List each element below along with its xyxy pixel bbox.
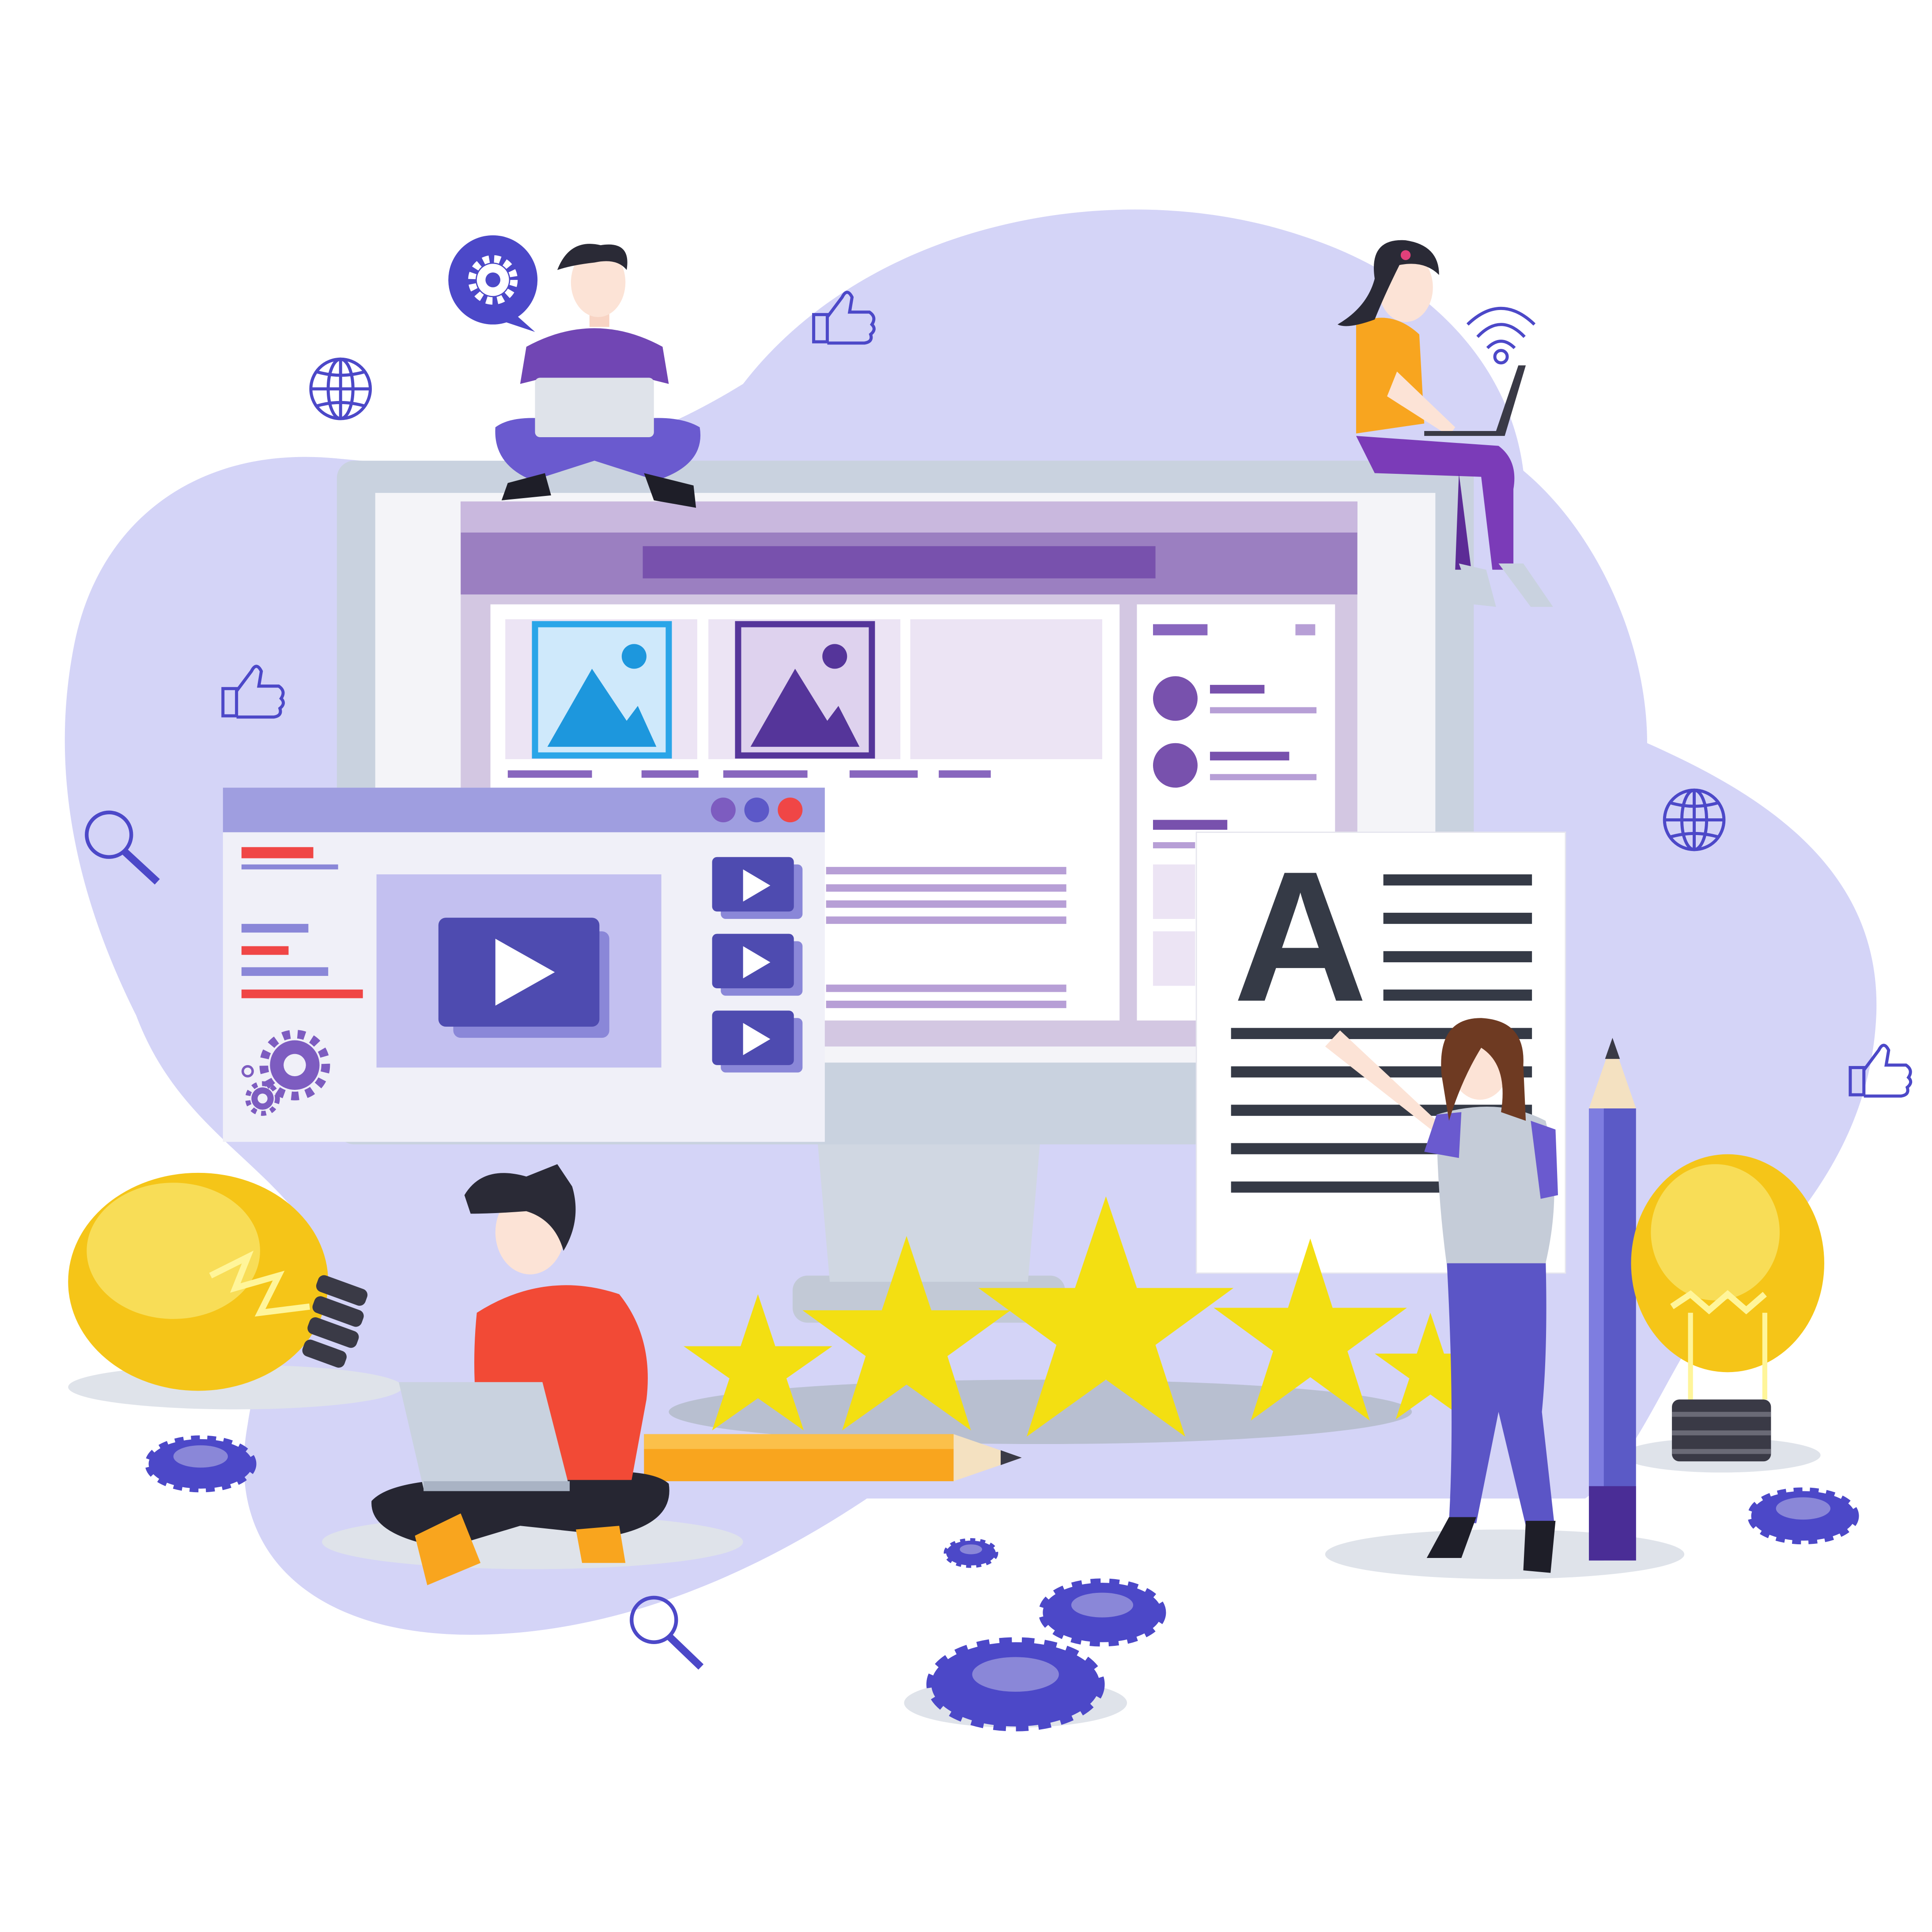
window-dot xyxy=(711,798,736,823)
laptop xyxy=(399,1382,570,1489)
video-thumbnail xyxy=(712,934,803,996)
text-line xyxy=(241,924,309,933)
panel-line xyxy=(1210,707,1317,714)
video-thumbnail xyxy=(712,857,803,919)
text-line xyxy=(241,967,329,976)
globe-icon xyxy=(309,357,372,420)
laptop xyxy=(535,378,654,437)
image-icon xyxy=(532,621,672,759)
panel-box xyxy=(1153,864,1195,919)
window-dot xyxy=(778,798,803,823)
gear-icon xyxy=(241,1065,254,1078)
speech-bubble xyxy=(448,235,538,332)
lightbulb-icon xyxy=(1631,1154,1825,1462)
avatar xyxy=(1153,676,1198,721)
text-line xyxy=(241,847,314,858)
pencil-icon xyxy=(644,1434,1022,1482)
panel-line xyxy=(1153,842,1195,849)
caption-line xyxy=(849,770,918,778)
window-dot xyxy=(744,798,769,823)
caption-line xyxy=(938,770,991,778)
panel-heading-small xyxy=(1295,624,1316,635)
caption-line xyxy=(507,770,592,778)
text-line xyxy=(826,900,1066,908)
web-design-illustration: A xyxy=(64,209,1913,1732)
video-thumbnail xyxy=(712,1010,803,1073)
wifi-icon xyxy=(1466,306,1536,365)
gear-icon xyxy=(1038,1578,1166,1647)
gear-icon xyxy=(145,1435,257,1493)
monitor-stand-neck xyxy=(817,1139,1040,1282)
panel-line xyxy=(1210,774,1317,780)
torso xyxy=(1356,318,1425,434)
caption-line xyxy=(641,770,699,778)
panel-line xyxy=(1153,820,1228,830)
caption-line xyxy=(723,770,808,778)
browser-title-bar xyxy=(643,546,1156,578)
gear-icon xyxy=(944,1538,998,1568)
panel-line xyxy=(1210,752,1289,760)
pencil-icon xyxy=(1589,1038,1636,1561)
globe-icon xyxy=(1663,788,1726,851)
panel-heading xyxy=(1153,624,1208,635)
text-line xyxy=(826,1001,1066,1008)
image-icon xyxy=(735,621,875,759)
browser-top-strip xyxy=(461,501,1357,533)
avatar xyxy=(1153,743,1198,788)
panel-line xyxy=(1210,684,1265,694)
gear-icon xyxy=(1747,1487,1859,1545)
text-line xyxy=(826,984,1066,992)
video-player-window xyxy=(223,787,825,1142)
panel-box xyxy=(1153,931,1195,986)
text-line xyxy=(826,867,1066,874)
text-line xyxy=(241,946,289,955)
gear-icon xyxy=(468,255,518,305)
image-card-empty xyxy=(910,619,1102,760)
gear-icon xyxy=(926,1637,1105,1732)
text-line xyxy=(241,989,363,998)
text-line xyxy=(241,864,338,870)
article-letter: A xyxy=(1233,833,1368,1040)
text-line xyxy=(826,916,1066,924)
text-line xyxy=(826,884,1066,892)
